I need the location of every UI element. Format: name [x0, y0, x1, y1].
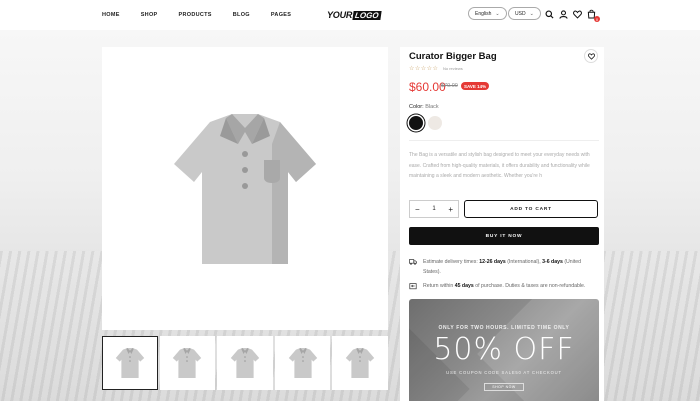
thumbnail[interactable] [217, 336, 273, 390]
quantity-stepper: − 1 + [409, 200, 459, 218]
return-info: Return within 45 days of purchase. Dutie… [409, 281, 599, 291]
shirt-thumbnail-icon [115, 348, 144, 378]
site-logo[interactable]: YOUR LOGO [327, 9, 382, 21]
product-description: The Bag is a versatile and stylish bag d… [409, 152, 590, 179]
delivery-text: Estimate delivery times: 12-26 days (Int… [423, 257, 599, 277]
product-main-image[interactable] [102, 47, 388, 330]
user-icon[interactable] [557, 8, 569, 20]
promo-discount: 50% OFF [433, 332, 575, 367]
cart-count-badge: 0 [594, 16, 600, 22]
delivery-intl-days: 12-26 days [479, 259, 506, 265]
main-nav: HOME SHOP PRODUCTS BLOG PAGES [102, 0, 312, 30]
product-title: Curator Bigger Bag [409, 51, 497, 62]
delivery-text-part: (International), [505, 259, 543, 265]
promo-code-text: USE COUPON CODE SALE50 AT CHECKOUT [446, 370, 562, 375]
currency-value: USD [515, 10, 526, 17]
delivery-info: Estimate delivery times: 12-26 days (Int… [409, 257, 599, 277]
truck-icon [409, 259, 417, 265]
shirt-thumbnail-icon [173, 348, 202, 378]
divider [409, 140, 599, 141]
buy-now-button[interactable]: BUY IT NOW [409, 227, 599, 245]
nav-blog[interactable]: BLOG [233, 12, 250, 18]
delivery-us-days: 3-6 days [542, 259, 563, 265]
promo-banner[interactable]: ONLY FOR TWO HOURS. LIMITED TIME ONLY 50… [409, 299, 599, 401]
heart-icon[interactable] [571, 8, 583, 20]
compare-price: $70.00 [441, 83, 458, 89]
promo-shop-button[interactable]: SHOP NOW [484, 383, 524, 391]
return-text-part: of purchase. Duties & taxes are non-refu… [473, 283, 586, 289]
logo-text-2: LOGO [352, 10, 382, 20]
delivery-text-part: Estimate delivery times: [423, 259, 480, 265]
product-info-panel: Curator Bigger Bag ☆☆☆☆☆ No reviews $60.… [400, 47, 604, 401]
thumbnail-strip [102, 336, 388, 390]
chevron-down-icon: ⌄ [495, 10, 500, 17]
rating-stars: ☆☆☆☆☆ [409, 66, 439, 72]
return-days: 45 days [454, 283, 474, 289]
color-label: Color: Black [409, 104, 439, 110]
chevron-down-icon: ⌄ [529, 10, 534, 17]
return-text: Return within 45 days of purchase. Dutie… [423, 281, 585, 291]
shirt-thumbnail-icon [345, 348, 375, 378]
thumbnail[interactable] [102, 336, 158, 390]
thumbnail[interactable] [159, 336, 216, 390]
return-text-part: Return within [423, 283, 455, 289]
color-label-text: Color: [409, 104, 424, 110]
return-icon [409, 283, 417, 290]
save-badge: SAVE 14% [461, 82, 490, 90]
add-to-cart-button[interactable]: ADD TO CART [464, 200, 598, 218]
nav-home[interactable]: HOME [102, 12, 120, 18]
shirt-image [174, 113, 316, 264]
language-select[interactable]: English ⌄ [468, 7, 507, 20]
review-count[interactable]: No reviews [443, 66, 463, 71]
qty-minus-button[interactable]: − [415, 205, 420, 214]
thumbnail[interactable] [274, 336, 331, 390]
site-header: HOME SHOP PRODUCTS BLOG PAGES YOUR LOGO … [0, 0, 700, 30]
shirt-thumbnail-icon [230, 348, 260, 378]
nav-shop[interactable]: SHOP [141, 12, 158, 18]
shirt-thumbnail-icon [288, 348, 317, 378]
quantity-value[interactable]: 1 [432, 206, 435, 212]
nav-pages[interactable]: PAGES [271, 12, 291, 18]
heart-icon [587, 52, 595, 60]
search-icon[interactable] [543, 8, 555, 20]
color-value: Black [425, 104, 439, 110]
thumbnail[interactable] [332, 336, 388, 390]
promo-headline: ONLY FOR TWO HOURS. LIMITED TIME ONLY [438, 325, 570, 331]
language-value: English [475, 10, 492, 17]
nav-products[interactable]: PRODUCTS [179, 12, 212, 18]
qty-plus-button[interactable]: + [448, 205, 453, 214]
bag-icon[interactable]: 0 [585, 8, 600, 22]
wishlist-button[interactable] [584, 49, 598, 63]
swatch-white[interactable] [428, 116, 442, 130]
currency-select[interactable]: USD ⌄ [508, 7, 541, 20]
swatch-black[interactable] [409, 116, 423, 130]
logo-text-1: YOUR [327, 10, 353, 20]
